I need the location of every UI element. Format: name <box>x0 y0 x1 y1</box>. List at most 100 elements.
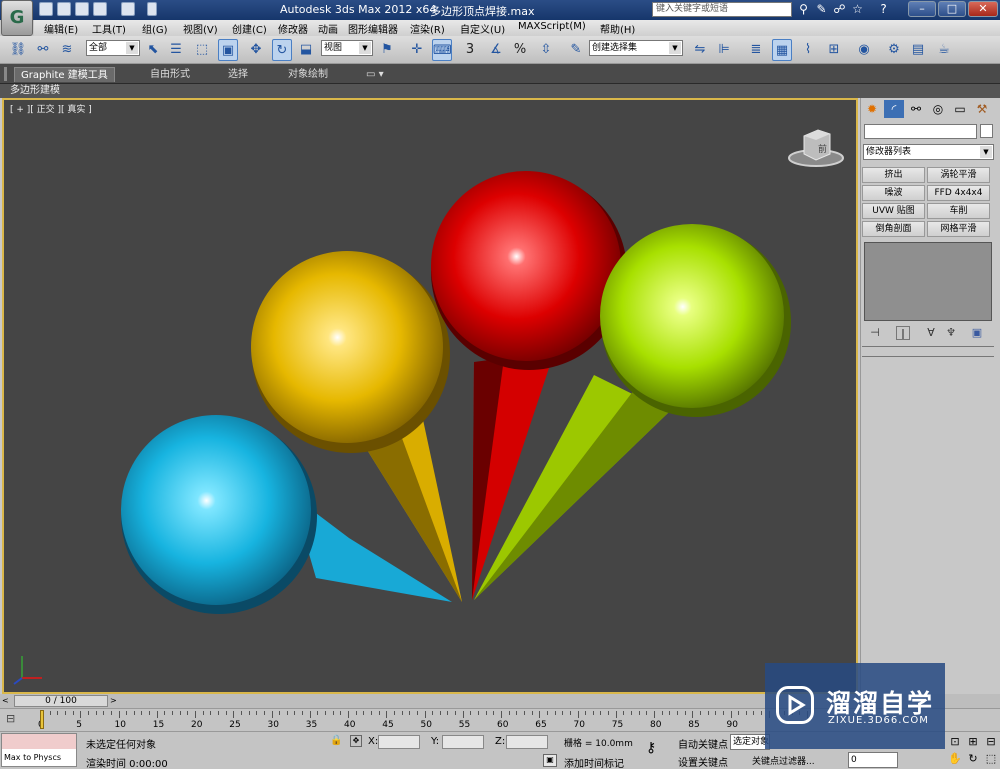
add-time-tag[interactable]: 添加时间标记 <box>564 755 624 769</box>
extrude-button[interactable]: 挤出 <box>862 167 925 183</box>
orbit-icon[interactable]: ↻ <box>966 752 980 766</box>
time-slider[interactable]: 0 / 100 <box>14 695 108 707</box>
create-tab-icon[interactable]: ✹ <box>862 100 882 118</box>
menu-views[interactable]: 视图(V) <box>183 21 218 36</box>
object-color-swatch[interactable] <box>980 124 993 138</box>
rectangle-selection-icon[interactable]: ⬚ <box>192 39 212 61</box>
community-icon[interactable]: ☍ <box>832 2 847 17</box>
select-object-icon[interactable]: ⬉ <box>143 39 163 61</box>
key-mode-dropdown[interactable]: 选定对象 <box>730 734 770 750</box>
pin-stack-icon[interactable]: ⊣ <box>868 326 882 340</box>
search-input[interactable]: 键入关键字或短语 <box>652 2 792 17</box>
new-file-icon[interactable] <box>39 2 53 16</box>
help-icon[interactable]: ? <box>876 2 891 17</box>
polygon-modeling-panel[interactable]: 多边形建模 <box>10 84 60 98</box>
graphite-toggle-icon[interactable]: ▦ <box>772 39 792 61</box>
modifier-stack[interactable] <box>864 242 992 321</box>
window-crossing-icon[interactable]: ▣ <box>218 39 238 61</box>
render-frame-icon[interactable]: ▤ <box>908 39 928 61</box>
zoom-extents-icon[interactable]: ⊡ <box>948 735 962 749</box>
select-by-name-icon[interactable]: ☰ <box>166 39 186 61</box>
menu-graph-editors[interactable]: 图形编辑器 <box>348 21 398 36</box>
save-file-icon[interactable] <box>75 2 89 16</box>
mirror-icon[interactable]: ⇋ <box>690 39 710 61</box>
selection-filter-dropdown[interactable]: 全部 ▼ <box>86 40 140 56</box>
menu-tools[interactable]: 工具(T) <box>92 21 126 36</box>
x-coordinate-field[interactable] <box>378 735 420 749</box>
viewcube-icon[interactable]: 前 <box>786 122 846 168</box>
menu-help[interactable]: 帮助(H) <box>600 21 635 36</box>
select-manipulate-icon[interactable]: ✛ <box>407 39 427 61</box>
layer-manager-icon[interactable]: ≣ <box>746 39 766 61</box>
pivot-center-icon[interactable]: ⚑ <box>377 39 397 61</box>
display-tab-icon[interactable]: ▭ <box>950 100 970 118</box>
favorites-star-icon[interactable]: ☆ <box>850 2 865 17</box>
auto-key-button[interactable]: 自动关键点 <box>678 736 728 751</box>
turbosmooth-button[interactable]: 涡轮平滑 <box>927 167 990 183</box>
tools-icon[interactable]: ✎ <box>814 2 829 17</box>
binoculars-icon[interactable]: ⚲ <box>796 2 811 17</box>
pan-icon[interactable]: ✋ <box>948 752 962 766</box>
menu-create[interactable]: 创建(C) <box>232 21 267 36</box>
mini-curve-editor-icon[interactable]: ⊟ <box>6 712 28 728</box>
absolute-mode-icon[interactable]: ✥ <box>350 735 362 747</box>
menu-customize[interactable]: 自定义(U) <box>460 21 505 36</box>
current-frame-cursor[interactable] <box>40 710 44 729</box>
configure-modifier-sets-icon[interactable]: ▣ <box>970 326 984 340</box>
perspective-viewport[interactable]: [ + ][ 正交 ][ 真实 ] 前 <box>2 98 858 694</box>
menu-modifiers[interactable]: 修改器 <box>278 21 308 36</box>
edit-named-selection-icon[interactable]: ✎ <box>566 39 586 61</box>
render-teapot-icon[interactable]: ☕ <box>934 39 954 61</box>
motion-tab-icon[interactable]: ◎ <box>928 100 948 118</box>
utilities-tab-icon[interactable]: ⚒ <box>972 100 992 118</box>
menu-edit[interactable]: 编辑(E) <box>44 21 78 36</box>
show-end-result-icon[interactable]: ǀ <box>896 326 910 340</box>
ribbon-options-icon[interactable]: ▭ ▾ <box>360 67 390 82</box>
tab-graphite-modeling-tools[interactable]: Graphite 建模工具 <box>14 67 115 82</box>
zoom-extents-all-icon[interactable]: ⊞ <box>966 735 980 749</box>
z-coordinate-field[interactable] <box>506 735 548 749</box>
app-logo-icon[interactable]: G <box>1 0 33 36</box>
minimize-button[interactable]: – <box>908 1 936 17</box>
menu-rendering[interactable]: 渲染(R) <box>410 21 445 36</box>
y-coordinate-field[interactable] <box>442 735 484 749</box>
maximize-button[interactable]: □ <box>938 1 966 17</box>
chevron-left-icon[interactable]: < <box>2 696 12 706</box>
scale-icon[interactable]: ⬓ <box>296 39 316 61</box>
tab-freeform[interactable]: 自由形式 <box>144 67 196 82</box>
align-icon[interactable]: ⊫ <box>714 39 734 61</box>
render-setup-icon[interactable]: ⚙ <box>884 39 904 61</box>
modify-tab-icon[interactable]: ◜ <box>884 100 904 118</box>
menu-group[interactable]: 组(G) <box>142 21 168 36</box>
material-editor-icon[interactable]: ◉ <box>854 39 874 61</box>
meshsmooth-button[interactable]: 网格平滑 <box>927 221 990 237</box>
link-icon[interactable]: ⛓ <box>8 39 28 61</box>
close-button[interactable]: ✕ <box>968 1 998 17</box>
make-unique-icon[interactable]: ∀ <box>924 326 938 340</box>
key-filters-button[interactable]: 关键点过滤器... <box>752 754 815 767</box>
reference-coord-dropdown[interactable]: 视图 ▼ <box>321 40 373 56</box>
hierarchy-tab-icon[interactable]: ⚯ <box>906 100 926 118</box>
remove-modifier-icon[interactable]: ♆ <box>944 326 958 340</box>
chevron-right-icon[interactable]: > <box>110 696 120 706</box>
maxscript-input[interactable]: Max to Physcs <box>2 750 76 765</box>
quick-access-dropdown-icon[interactable] <box>147 2 157 16</box>
named-selection-dropdown[interactable]: 创建选择集 ▼ <box>589 40 683 56</box>
redo-icon[interactable] <box>121 2 135 16</box>
current-frame-field[interactable]: 0 <box>848 752 898 768</box>
noise-button[interactable]: 噪波 <box>862 185 925 201</box>
time-tag-icon[interactable]: ▣ <box>543 754 557 767</box>
snaps-toggle-icon[interactable]: 3 <box>460 39 480 61</box>
set-key-button[interactable]: 设置关键点 <box>678 754 728 769</box>
bind-space-warp-icon[interactable]: ≋ <box>57 39 77 61</box>
unlink-icon[interactable]: ⚯ <box>33 39 53 61</box>
move-icon[interactable]: ✥ <box>246 39 266 61</box>
schematic-view-icon[interactable]: ⊞ <box>824 39 844 61</box>
tab-object-paint[interactable]: 对象绘制 <box>282 67 334 82</box>
ffd-button[interactable]: FFD 4x4x4 <box>927 185 990 201</box>
rotate-icon[interactable]: ↻ <box>272 39 292 61</box>
uvw-map-button[interactable]: UVW 贴图 <box>862 203 925 219</box>
angle-snap-icon[interactable]: ∡ <box>486 39 506 61</box>
zoom-region-icon[interactable]: ⊟ <box>984 735 998 749</box>
undo-icon[interactable] <box>93 2 107 16</box>
